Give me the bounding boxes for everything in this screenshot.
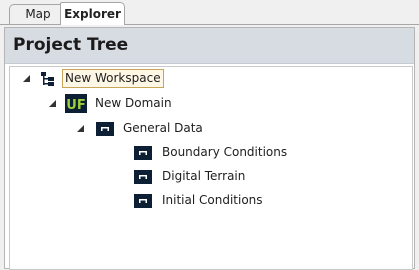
data-item-icon — [134, 169, 152, 188]
tab-explorer[interactable]: Explorer — [60, 2, 125, 25]
panel-header: Project Tree — [5, 28, 414, 64]
tree-node-label[interactable]: New Workspace — [62, 69, 164, 88]
collapse-arrow-icon[interactable] — [22, 74, 31, 83]
data-item-icon — [134, 145, 152, 164]
collapse-arrow-icon[interactable] — [48, 99, 57, 108]
uf-domain-icon: UF — [65, 94, 87, 117]
tree-node-label[interactable]: Boundary Conditions — [162, 144, 287, 161]
tree-node-label[interactable]: Initial Conditions — [162, 192, 263, 209]
workspace-tree-icon — [40, 71, 56, 91]
tree-node-general-data[interactable]: General Data — [76, 119, 216, 139]
tree-node-label[interactable]: New Domain — [95, 95, 172, 112]
tree-node-initial-conditions[interactable]: Initial Conditions — [134, 191, 314, 211]
panel-title: Project Tree — [13, 35, 129, 55]
tab-map[interactable]: Map — [9, 4, 67, 24]
folder-data-icon — [96, 121, 114, 140]
tree-node-boundary-conditions[interactable]: Boundary Conditions — [134, 143, 314, 163]
tab-bar: Map Explorer — [0, 0, 419, 25]
data-item-icon — [134, 193, 152, 212]
svg-text:UF: UF — [66, 98, 85, 113]
tree-node-workspace[interactable]: New Workspace — [20, 69, 210, 89]
tree-node-digital-terrain[interactable]: Digital Terrain — [134, 167, 314, 187]
tree-node-label[interactable]: Digital Terrain — [162, 168, 245, 185]
project-tree-panel: Project Tree New Workspace UF New Domain… — [4, 27, 415, 270]
tree-node-label[interactable]: General Data — [123, 120, 203, 137]
tree-node-domain[interactable]: UF New Domain — [48, 94, 208, 114]
project-tree[interactable]: New Workspace UF New Domain General Data… — [9, 66, 413, 270]
collapse-arrow-icon[interactable] — [76, 124, 85, 133]
